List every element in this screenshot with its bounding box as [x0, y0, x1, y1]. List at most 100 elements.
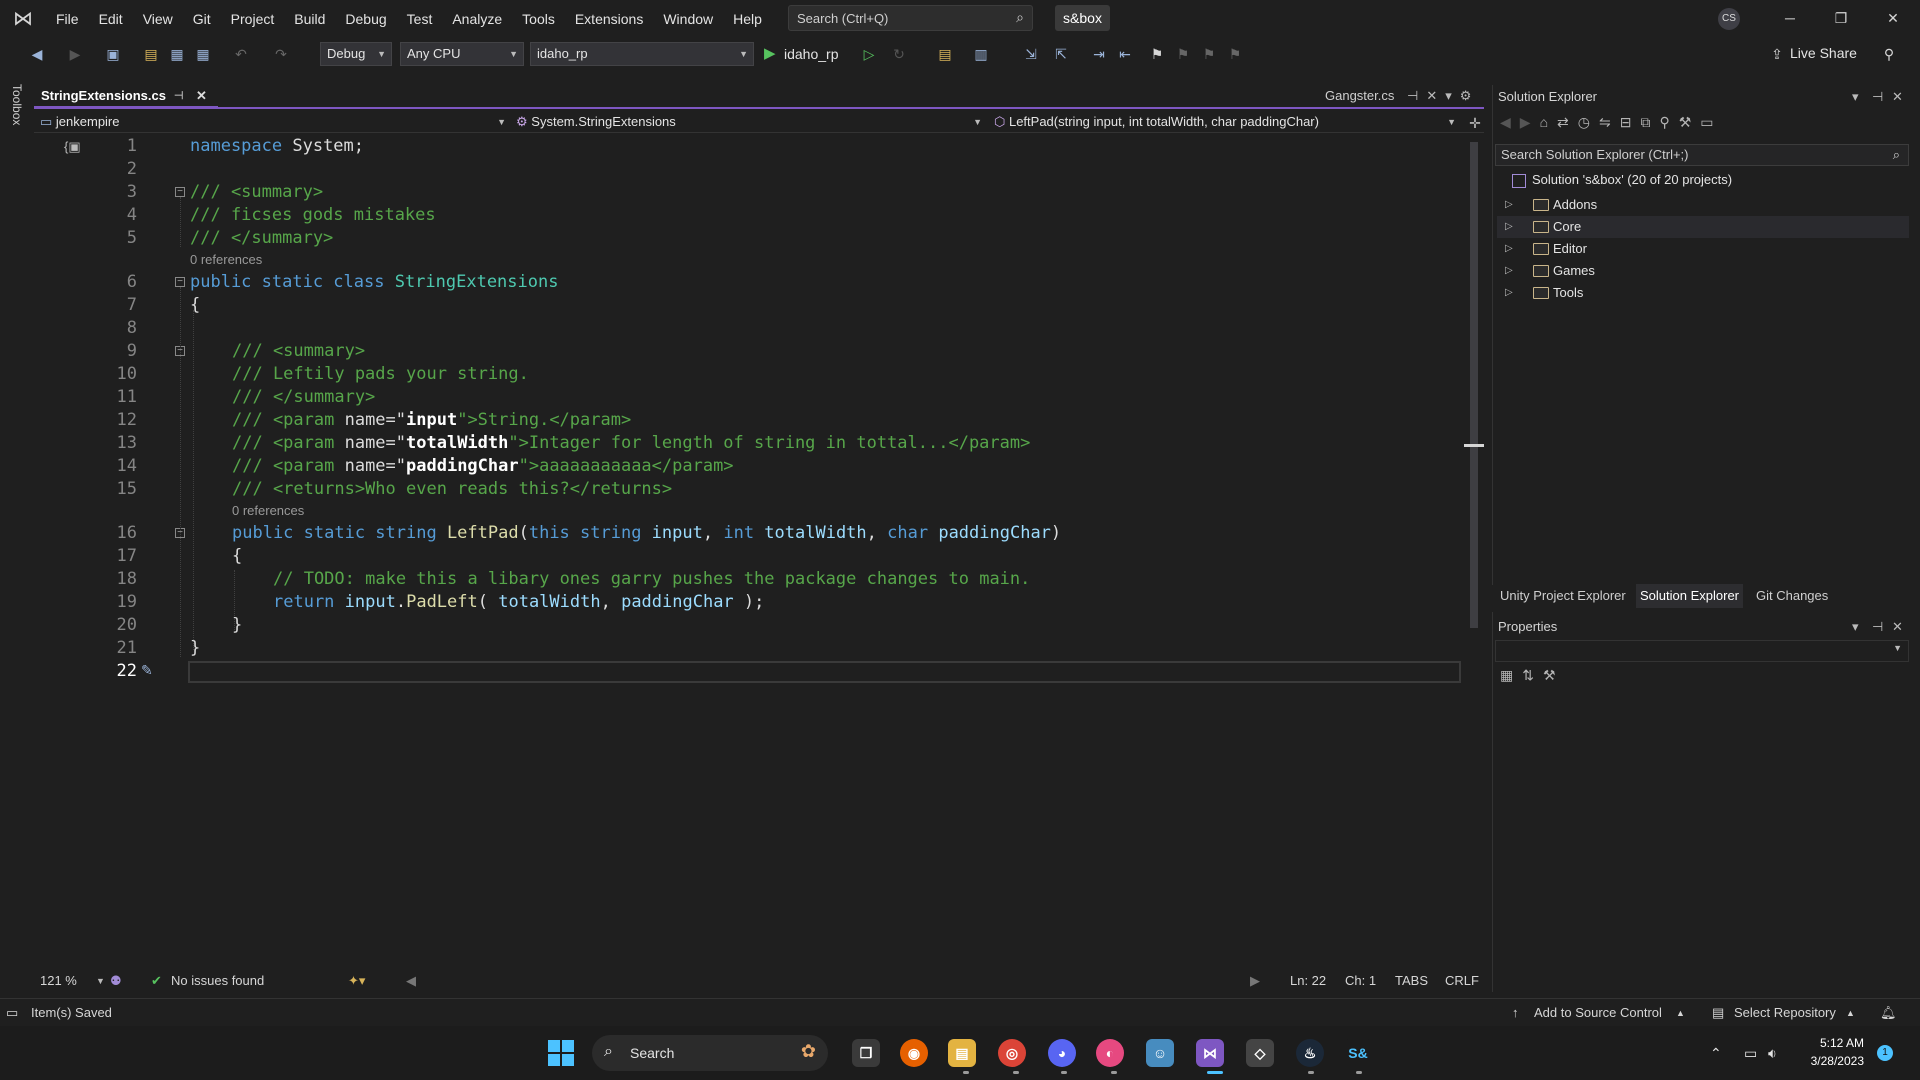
pin-icon[interactable]: ⊣: [174, 86, 184, 106]
close-icon[interactable]: ✕: [1892, 89, 1903, 105]
live-share-button[interactable]: Live Share: [1790, 45, 1857, 61]
menu-view[interactable]: View: [133, 10, 183, 28]
visual-studio-logo-icon[interactable]: ⋈: [10, 6, 36, 32]
volume-icon[interactable]: 🔉︎: [1768, 1045, 1777, 1062]
outdent-icon[interactable]: ⇤: [1116, 45, 1134, 63]
panel-menu-icon[interactable]: ▾: [1852, 89, 1859, 105]
network-icon[interactable]: ▭: [1744, 1045, 1757, 1062]
preview-icon[interactable]: ▭: [1700, 114, 1722, 130]
tab-unity-project-explorer[interactable]: Unity Project Explorer: [1496, 584, 1630, 608]
menu-build[interactable]: Build: [284, 10, 335, 28]
scroll-right-icon[interactable]: ▶: [1250, 973, 1260, 989]
next-bookmark-icon[interactable]: ⚑: [1200, 45, 1218, 63]
run-target-label[interactable]: idaho_rp: [784, 46, 839, 62]
member-dropdown[interactable]: ⬡ LeftPad(string input, int totalWidth, …: [994, 112, 1460, 132]
line-ending-indicator[interactable]: CRLF: [1445, 973, 1479, 988]
layout-icon[interactable]: ▥: [972, 45, 990, 63]
collapse-all-icon[interactable]: ⊟: [1620, 114, 1641, 130]
close-icon[interactable]: ✕: [1878, 6, 1908, 30]
prev-bookmark-icon[interactable]: ⚑: [1174, 45, 1192, 63]
menu-tools[interactable]: Tools: [512, 10, 565, 28]
restore-icon[interactable]: ❐: [1826, 6, 1856, 30]
tree-item-addons[interactable]: ▷ Addons: [1497, 194, 1909, 216]
pending-changes-icon[interactable]: ◷: [1578, 114, 1599, 130]
menu-project[interactable]: Project: [221, 10, 285, 28]
file-explorer-icon[interactable]: ▤: [948, 1039, 976, 1067]
new-project-icon[interactable]: ▣: [104, 45, 122, 63]
toolbox-tab[interactable]: Toolbox: [10, 84, 24, 125]
properties-icon[interactable]: ⚒: [1679, 114, 1701, 130]
tab-gangster[interactable]: Gangster.cs: [1325, 86, 1394, 106]
show-all-files-icon[interactable]: ⧉: [1640, 114, 1659, 130]
hot-reload-icon[interactable]: ↻: [890, 45, 908, 63]
collapse-icon[interactable]: −: [175, 277, 185, 287]
task-view-icon[interactable]: ❐: [852, 1039, 880, 1067]
column-indicator[interactable]: Ch: 1: [1345, 973, 1376, 988]
steam-icon[interactable]: ♨: [1296, 1039, 1324, 1067]
chevron-up-icon[interactable]: ⌃: [1710, 1045, 1722, 1062]
firefox-icon[interactable]: ◉: [900, 1039, 928, 1067]
panel-menu-icon[interactable]: ▾: [1852, 619, 1859, 635]
start-debugging-icon[interactable]: ▶: [764, 44, 776, 62]
close-tab-icon[interactable]: ✕: [1426, 88, 1445, 103]
forward-icon[interactable]: ▶: [1520, 114, 1540, 130]
redo-icon[interactable]: ↷: [272, 45, 290, 63]
tab-git-changes[interactable]: Git Changes: [1752, 584, 1832, 608]
menu-git[interactable]: Git: [183, 10, 221, 28]
expand-icon[interactable]: ▷: [1505, 238, 1513, 260]
expand-icon[interactable]: ▷: [1505, 194, 1513, 216]
solution-folder-icon[interactable]: ▤: [936, 45, 954, 63]
codelens-references[interactable]: 0 references: [232, 503, 304, 518]
categorized-icon[interactable]: ▦: [1500, 667, 1522, 683]
configuration-dropdown[interactable]: Debug ▼: [320, 42, 392, 66]
expand-icon[interactable]: ▷: [1505, 216, 1513, 238]
split-editor-icon[interactable]: ✛: [1466, 114, 1484, 132]
unity-icon[interactable]: ◇: [1246, 1039, 1274, 1067]
menu-window[interactable]: Window: [653, 10, 723, 28]
scroll-left-icon[interactable]: ◀: [406, 973, 416, 989]
menu-help[interactable]: Help: [723, 10, 772, 28]
save-all-icon[interactable]: ▦: [194, 45, 212, 63]
clear-bookmarks-icon[interactable]: ⚑: [1226, 45, 1244, 63]
pin-icon[interactable]: ⊣: [1407, 88, 1426, 103]
tab-list-dropdown-icon[interactable]: ▾: [1445, 88, 1460, 103]
code-map-icon[interactable]: {▣: [64, 139, 81, 155]
indent-icon[interactable]: ⇥: [1090, 45, 1108, 63]
switch-views-icon[interactable]: ⇄: [1557, 114, 1578, 130]
tree-item-tools[interactable]: ▷ Tools: [1497, 282, 1909, 304]
notification-badge[interactable]: 1: [1877, 1045, 1893, 1061]
notifications-icon[interactable]: 🔔︎: [1880, 1005, 1897, 1021]
solution-explorer-search[interactable]: Search Solution Explorer (Ctrl+;) ⌕: [1495, 144, 1909, 166]
collapse-icon[interactable]: −: [175, 187, 185, 197]
issues-status[interactable]: No issues found: [171, 973, 264, 988]
save-icon[interactable]: ▦: [168, 45, 186, 63]
zoom-level[interactable]: 121 %: [40, 973, 77, 988]
copilot-icon[interactable]: ⚉: [110, 973, 122, 989]
chevron-up-icon[interactable]: ▲: [1846, 1008, 1855, 1018]
menu-test[interactable]: Test: [397, 10, 443, 28]
godot-icon[interactable]: ☺: [1146, 1039, 1174, 1067]
project-dropdown[interactable]: ▭ jenkempire ▼: [40, 112, 510, 132]
chevron-down-icon[interactable]: ▼: [96, 976, 105, 986]
menu-edit[interactable]: Edit: [89, 10, 133, 28]
windows-start-icon[interactable]: [548, 1040, 574, 1066]
line-indicator[interactable]: Ln: 22: [1290, 973, 1326, 988]
back-icon[interactable]: ◀: [28, 45, 46, 63]
indentation-indicator[interactable]: TABS: [1395, 973, 1428, 988]
pin-icon[interactable]: ⊣: [1872, 89, 1883, 105]
filter-icon[interactable]: ⚲: [1659, 114, 1678, 130]
close-icon[interactable]: ✕: [1892, 619, 1903, 635]
chrome-icon[interactable]: ◎: [998, 1039, 1026, 1067]
minimize-icon[interactable]: ─: [1775, 6, 1805, 30]
settings-icon[interactable]: ⚙: [1460, 88, 1480, 103]
step-icon[interactable]: ⇲: [1022, 45, 1040, 63]
menu-file[interactable]: File: [46, 10, 89, 28]
avatar[interactable]: CS: [1718, 8, 1740, 30]
tab-solution-explorer[interactable]: Solution Explorer: [1636, 584, 1743, 608]
alphabetical-icon[interactable]: ⇅: [1522, 667, 1543, 683]
back-icon[interactable]: ◀: [1500, 114, 1520, 130]
discord-icon[interactable]: ◕: [1048, 1039, 1076, 1067]
close-tab-icon[interactable]: ✕: [196, 86, 207, 106]
properties-object-dropdown[interactable]: ▼: [1495, 640, 1909, 662]
quick-search-input[interactable]: Search (Ctrl+Q) ⌕: [788, 5, 1033, 31]
